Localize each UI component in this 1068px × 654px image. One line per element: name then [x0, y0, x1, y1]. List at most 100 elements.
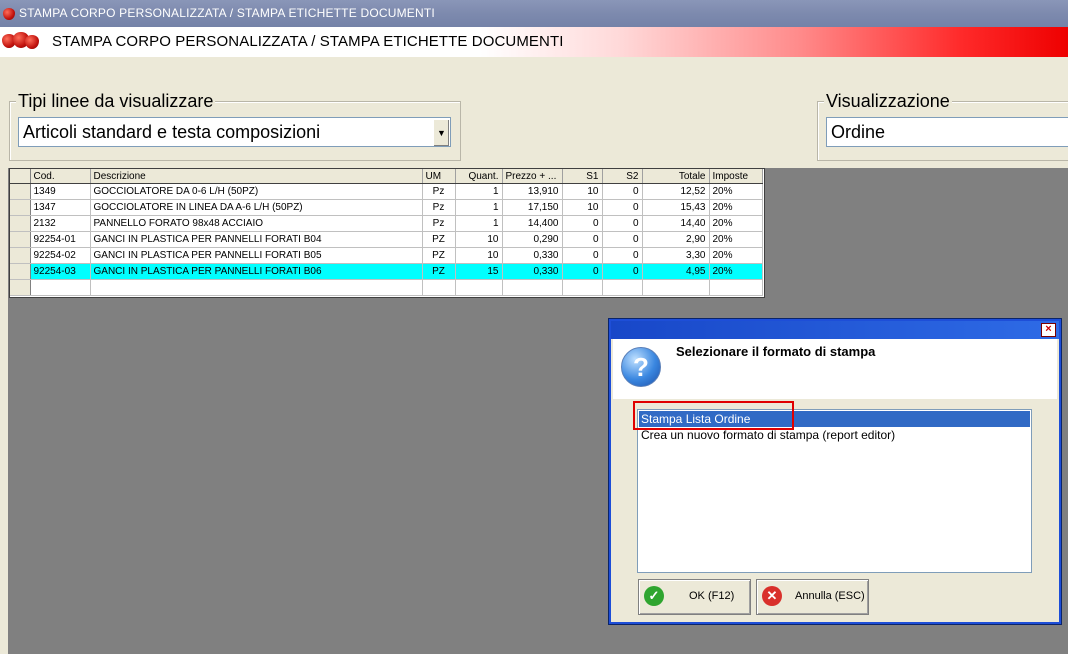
empty-cell[interactable]: [90, 279, 423, 296]
cell-totale[interactable]: 14,40: [642, 215, 710, 232]
cell-um[interactable]: Pz: [422, 199, 456, 216]
lines-grid[interactable]: Cod. Descrizione UM Quant. Prezzo + ... …: [9, 168, 765, 298]
cell-s1[interactable]: 0: [562, 247, 603, 264]
close-icon[interactable]: ×: [1041, 323, 1056, 337]
cell-s2[interactable]: 0: [602, 199, 643, 216]
cell-prezzo[interactable]: 14,400: [502, 215, 563, 232]
empty-cell[interactable]: [455, 279, 503, 296]
cell-imposte[interactable]: 20%: [709, 247, 763, 264]
col-header-s2[interactable]: S2: [602, 169, 643, 184]
empty-cell[interactable]: [422, 279, 456, 296]
row-indicator[interactable]: [10, 247, 31, 264]
cell-s2[interactable]: 0: [602, 263, 643, 280]
col-header-quant[interactable]: Quant.: [455, 169, 503, 184]
cell-cod[interactable]: 2132: [30, 215, 91, 232]
table-row[interactable]: 92254-03 GANCI IN PLASTICA PER PANNELLI F…: [10, 263, 763, 280]
cell-um[interactable]: Pz: [422, 183, 456, 200]
cell-descrizione[interactable]: GANCI IN PLASTICA PER PANNELLI FORATI B0…: [90, 263, 423, 280]
view-select[interactable]: Ordine: [826, 117, 1068, 147]
cell-totale[interactable]: 12,52: [642, 183, 710, 200]
question-icon: ?: [621, 347, 661, 387]
cell-s1[interactable]: 10: [562, 199, 603, 216]
table-row[interactable]: 92254-01 GANCI IN PLASTICA PER PANNELLI F…: [10, 231, 763, 248]
cell-totale[interactable]: 2,90: [642, 231, 710, 248]
cell-cod[interactable]: 1349: [30, 183, 91, 200]
col-header-s1[interactable]: S1: [562, 169, 603, 184]
empty-cell[interactable]: [709, 279, 763, 296]
cell-prezzo[interactable]: 0,290: [502, 231, 563, 248]
cell-imposte[interactable]: 20%: [709, 199, 763, 216]
cell-totale[interactable]: 3,30: [642, 247, 710, 264]
empty-cell[interactable]: [642, 279, 710, 296]
cell-um[interactable]: PZ: [422, 247, 456, 264]
dialog-prompt: Selezionare il formato di stampa: [676, 344, 876, 359]
row-indicator[interactable]: [10, 231, 31, 248]
cell-totale[interactable]: 15,43: [642, 199, 710, 216]
cell-imposte[interactable]: 20%: [709, 231, 763, 248]
cancel-button[interactable]: ✕ Annulla (ESC): [756, 579, 869, 615]
row-indicator[interactable]: [10, 279, 31, 296]
cell-um[interactable]: Pz: [422, 215, 456, 232]
cell-um[interactable]: PZ: [422, 263, 456, 280]
cell-cod[interactable]: 92254-03: [30, 263, 91, 280]
empty-cell[interactable]: [502, 279, 563, 296]
cell-um[interactable]: PZ: [422, 231, 456, 248]
empty-cell[interactable]: [602, 279, 643, 296]
cell-prezzo[interactable]: 0,330: [502, 247, 563, 264]
cell-s2[interactable]: 0: [602, 215, 643, 232]
row-indicator[interactable]: [10, 199, 31, 216]
dialog-header: ? Selezionare il formato di stampa: [613, 339, 1057, 399]
empty-cell[interactable]: [562, 279, 603, 296]
cell-s1[interactable]: 0: [562, 231, 603, 248]
col-header-imposte[interactable]: Imposte: [709, 169, 763, 184]
cell-prezzo[interactable]: 0,330: [502, 263, 563, 280]
col-header-prezzo[interactable]: Prezzo + ...: [502, 169, 563, 184]
row-indicator[interactable]: [10, 183, 31, 200]
cell-quant[interactable]: 10: [455, 247, 503, 264]
cell-quant[interactable]: 1: [455, 215, 503, 232]
empty-cell[interactable]: [30, 279, 91, 296]
dialog-title-bar: ×: [611, 321, 1059, 339]
row-indicator[interactable]: [10, 215, 31, 232]
cell-descrizione[interactable]: GOCCIOLATORE IN LINEA DA A-6 L/H (50PZ): [90, 199, 423, 216]
row-indicator[interactable]: [10, 263, 31, 280]
cell-quant[interactable]: 1: [455, 199, 503, 216]
empty-new-row[interactable]: [10, 279, 763, 296]
cell-quant[interactable]: 10: [455, 231, 503, 248]
cell-s2[interactable]: 0: [602, 231, 643, 248]
cancel-button-label: Annulla (ESC): [795, 590, 865, 602]
cell-imposte[interactable]: 20%: [709, 183, 763, 200]
cell-cod[interactable]: 92254-01: [30, 231, 91, 248]
table-row[interactable]: 1349 GOCCIOLATORE DA 0-6 L/H (50PZ) Pz 1 13,…: [10, 183, 763, 200]
cell-s1[interactable]: 10: [562, 183, 603, 200]
cell-descrizione[interactable]: GANCI IN PLASTICA PER PANNELLI FORATI B0…: [90, 247, 423, 264]
print-format-dialog: × ? Selezionare il formato di stampa Sta…: [608, 318, 1062, 625]
cell-totale[interactable]: 4,95: [642, 263, 710, 280]
cell-imposte[interactable]: 20%: [709, 215, 763, 232]
cell-quant[interactable]: 15: [455, 263, 503, 280]
cell-s2[interactable]: 0: [602, 247, 643, 264]
cell-cod[interactable]: 1347: [30, 199, 91, 216]
line-types-select[interactable]: Articoli standard e testa composizioni ▼: [18, 117, 451, 147]
cell-prezzo[interactable]: 13,910: [502, 183, 563, 200]
table-row[interactable]: 92254-02 GANCI IN PLASTICA PER PANNELLI F…: [10, 247, 763, 264]
cell-quant[interactable]: 1: [455, 183, 503, 200]
cell-descrizione[interactable]: GANCI IN PLASTICA PER PANNELLI FORATI B0…: [90, 231, 423, 248]
cell-cod[interactable]: 92254-02: [30, 247, 91, 264]
col-header-cod[interactable]: Cod.: [30, 169, 91, 184]
cell-s1[interactable]: 0: [562, 215, 603, 232]
ok-button[interactable]: ✓ OK (F12): [638, 579, 751, 615]
cell-s2[interactable]: 0: [602, 183, 643, 200]
table-row[interactable]: 1347 GOCCIOLATORE IN LINEA DA A-6 L/H (50…: [10, 199, 763, 216]
cell-descrizione[interactable]: PANNELLO FORATO 98x48 ACCIAIO: [90, 215, 423, 232]
col-header-um[interactable]: UM: [422, 169, 456, 184]
cell-prezzo[interactable]: 17,150: [502, 199, 563, 216]
col-header-totale[interactable]: Totale: [642, 169, 710, 184]
cell-imposte[interactable]: 20%: [709, 263, 763, 280]
chevron-down-icon[interactable]: ▼: [433, 119, 449, 146]
table-row[interactable]: 2132 PANNELLO FORATO 98x48 ACCIAIO Pz 1 14,4…: [10, 215, 763, 232]
col-header-descrizione[interactable]: Descrizione: [90, 169, 423, 184]
cell-s1[interactable]: 0: [562, 263, 603, 280]
cell-descrizione[interactable]: GOCCIOLATORE DA 0-6 L/H (50PZ): [90, 183, 423, 200]
print-format-list[interactable]: Stampa Lista Ordine Crea un nuovo format…: [637, 409, 1032, 573]
